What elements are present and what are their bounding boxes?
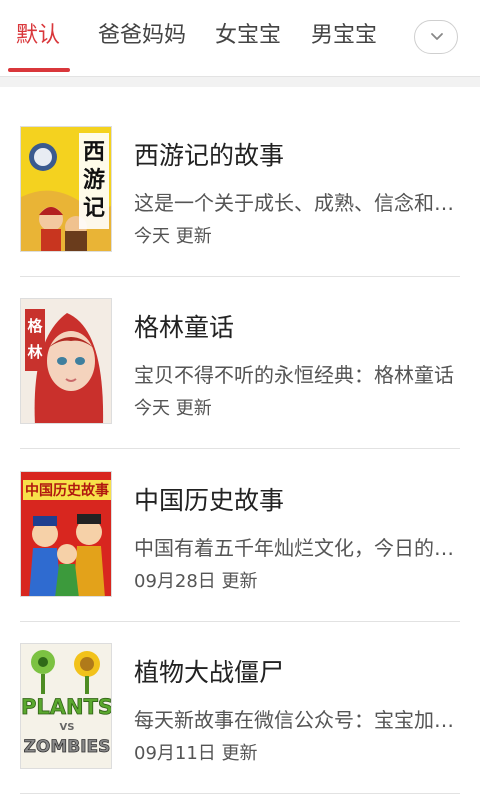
story-title: 中国历史故事 [134,486,285,515]
list-item[interactable]: 中国历史故事 中国历史故事 中国有着五千年灿烂文化，今日的… 09月28日 更新 [0,431,480,622]
story-update-time: 今天 更新 [134,222,212,248]
list-item[interactable]: 西 游 记 西游记的故事 这是一个关于成长、成熟、信念和… 今天 更新 [0,86,480,277]
cover-title-text: VS [60,722,75,733]
list-item[interactable]: 格 林 格林童话 宝贝不得不听的永恒经典：格林童话 今天 更新 [0,258,480,449]
story-title: 格林童话 [134,313,235,342]
story-update-time: 09月11日 更新 [134,739,258,765]
tab-baby-boy[interactable]: 男宝宝 [311,18,377,54]
story-cover-image: 格 林 [20,298,112,424]
cover-title-glyph: 格 [27,317,43,335]
update-label: 更新 [175,226,212,247]
cover-title-glyph: 记 [83,195,105,221]
story-list-page: 默认 爸爸妈妈 女宝宝 男宝宝 西 游 记 西游记的故事 这是一个关于成长、成熟… [0,0,480,800]
update-label: 更新 [221,571,258,592]
story-description: 宝贝不得不听的永恒经典：格林童话 [134,363,454,387]
cover-title-glyph: 西 [83,139,105,165]
tab-baby-girl[interactable]: 女宝宝 [215,18,281,54]
story-update-time: 今天 更新 [134,394,212,420]
update-label: 更新 [221,743,258,764]
story-title: 植物大战僵尸 [134,658,285,687]
cover-title-glyph: 游 [83,167,105,193]
cover-title-text: ZOMBIES [24,737,111,757]
cover-title-text: 中国历史故事 [25,482,109,499]
update-date: 09月11日 [134,743,216,764]
more-categories-button[interactable] [414,20,458,54]
story-description: 这是一个关于成长、成熟、信念和… [134,191,454,215]
story-cover-image: PLANTS VS ZOMBIES [20,643,112,769]
cover-title-glyph: 林 [27,343,43,361]
cover-title-text: PLANTS [21,695,112,719]
story-description: 中国有着五千年灿烂文化，今日的… [134,536,454,560]
list-item[interactable]: PLANTS VS ZOMBIES 植物大战僵尸 每天新故事在微信公众号：宝宝加… [0,603,480,794]
story-cover-image: 西 游 记 [20,126,112,252]
update-date: 今天 [134,398,170,419]
story-update-time: 09月28日 更新 [134,567,258,593]
category-tab-bar: 默认 爸爸妈妈 女宝宝 男宝宝 [0,0,480,76]
tab-dad-mom[interactable]: 爸爸妈妈 [98,18,186,54]
story-cover-image: 中国历史故事 [20,471,112,597]
update-label: 更新 [175,398,212,419]
story-description: 每天新故事在微信公众号：宝宝加… [134,708,454,732]
update-date: 09月28日 [134,571,216,592]
story-title: 西游记的故事 [134,141,285,170]
chevron-down-icon [431,33,443,40]
tab-default[interactable]: 默认 [16,18,60,54]
active-tab-indicator [8,68,70,72]
list-divider [20,793,460,794]
update-date: 今天 [134,226,170,247]
